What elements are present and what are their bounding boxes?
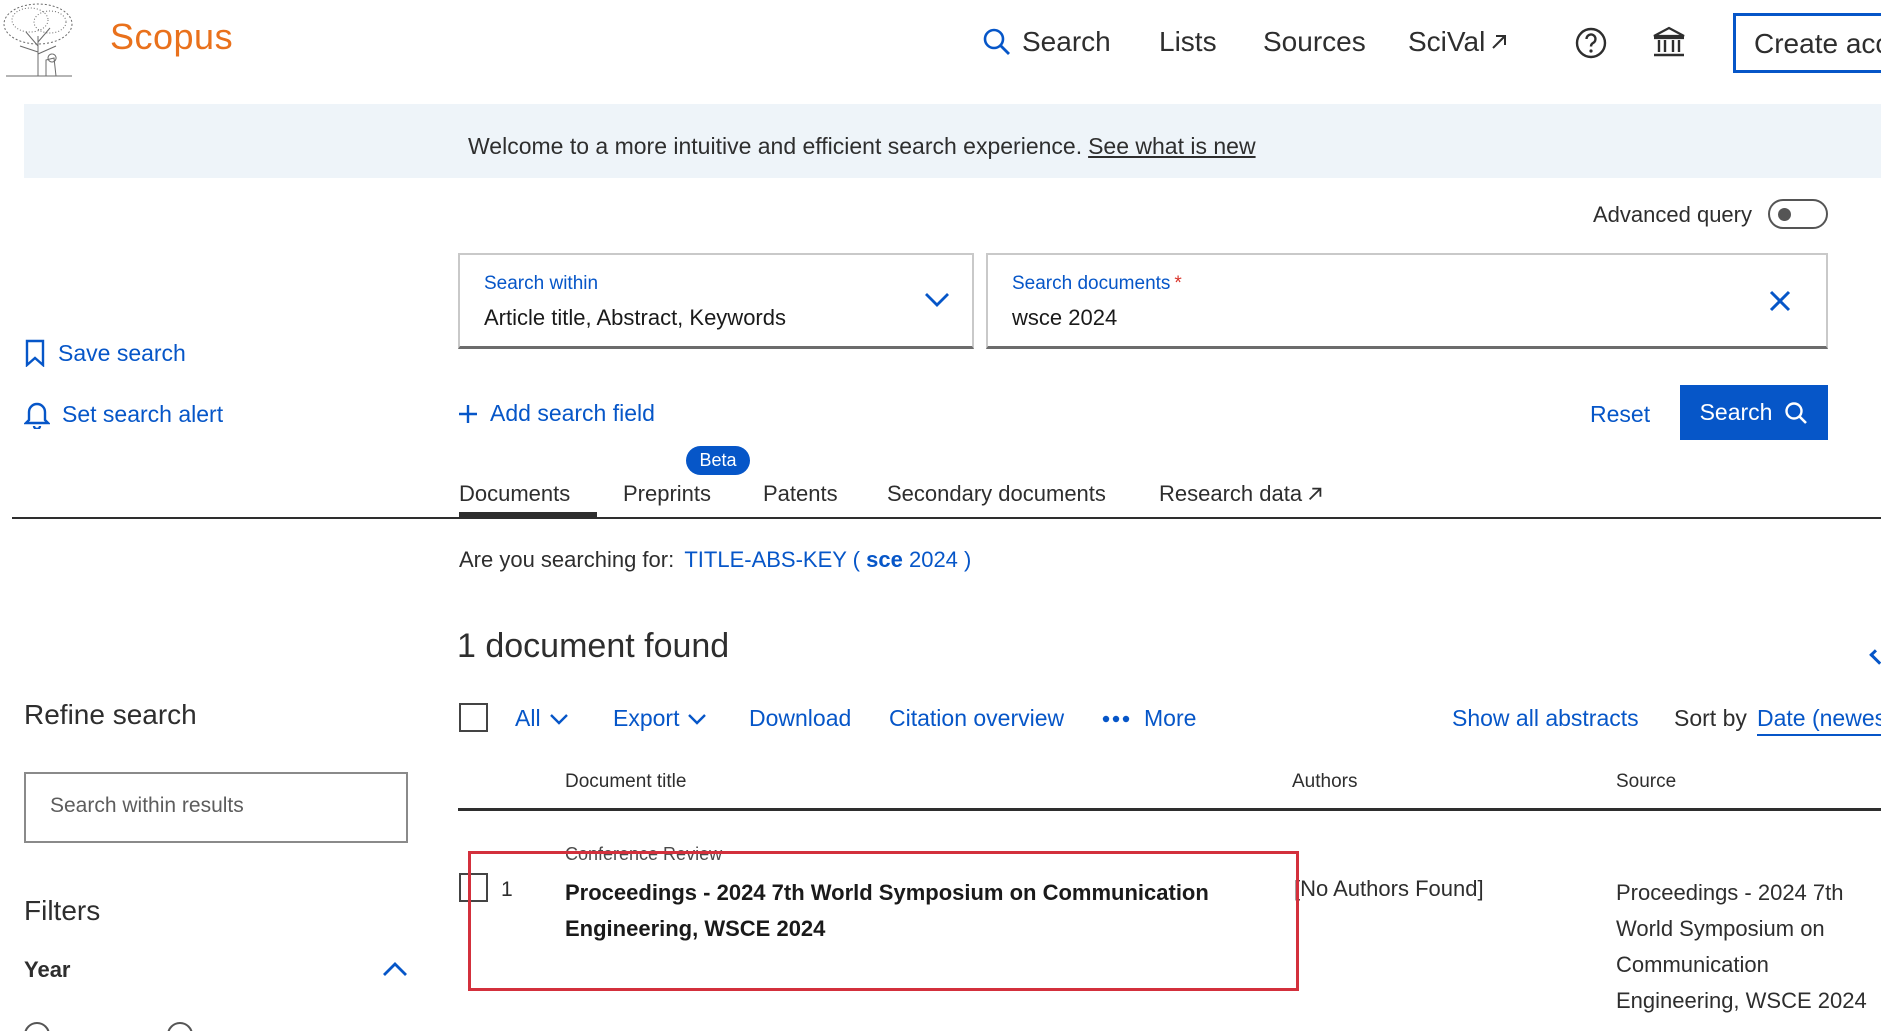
- reset-button[interactable]: Reset: [1590, 401, 1650, 428]
- suggested-query-link[interactable]: TITLE-ABS-KEY ( sce 2024 ): [684, 547, 971, 572]
- search-button[interactable]: Search: [1680, 385, 1828, 440]
- plus-icon: [459, 404, 477, 423]
- tab-research-data[interactable]: Research data: [1159, 481, 1324, 507]
- export-dropdown[interactable]: Export: [613, 705, 707, 732]
- tab-preprints[interactable]: Preprints: [623, 481, 711, 507]
- nav-search-label: Search: [1022, 26, 1111, 57]
- document-source[interactable]: Proceedings - 2024 7th World Symposium o…: [1616, 875, 1880, 1019]
- tab-research-data-label: Research data: [1159, 481, 1303, 506]
- create-account-button[interactable]: Create acc: [1733, 13, 1881, 73]
- external-link-icon: [1309, 487, 1322, 501]
- search-button-label: Search: [1699, 399, 1773, 425]
- suggested-query-start: TITLE-ABS-KEY (: [684, 547, 860, 572]
- tab-patents[interactable]: Patents: [763, 481, 838, 507]
- select-all-checkbox[interactable]: [459, 703, 488, 732]
- query-suggestion: Are you searching for: TITLE-ABS-KEY ( s…: [459, 547, 971, 573]
- search-documents-value: wsce 2024: [1012, 305, 1118, 330]
- scroll-arrow-icon[interactable]: [1869, 649, 1881, 665]
- save-search-label: Save search: [58, 339, 186, 366]
- year-radio-1[interactable]: [24, 1022, 50, 1031]
- tab-secondary-documents[interactable]: Secondary documents: [887, 481, 1106, 507]
- scopus-brand[interactable]: Scopus: [110, 16, 233, 58]
- column-header-source[interactable]: Source: [1616, 771, 1676, 793]
- search-within-select[interactable]: Search within Article title, Abstract, K…: [458, 253, 974, 349]
- search-within-results-input[interactable]: Search within results: [24, 772, 408, 843]
- search-within-value: Article title, Abstract, Keywords: [484, 305, 786, 330]
- help-icon[interactable]: [1574, 26, 1608, 60]
- more-button[interactable]: More: [1102, 705, 1196, 732]
- tabs-divider: [12, 517, 1881, 519]
- filters-heading: Filters: [24, 895, 101, 926]
- suggestion-prefix: Are you searching for:: [459, 547, 675, 572]
- banner-text: Welcome to a more intuitive and efficien…: [468, 133, 1256, 160]
- show-all-abstracts-button[interactable]: Show all abstracts: [1452, 705, 1639, 732]
- bookmark-icon: [25, 339, 45, 367]
- year-filter-heading[interactable]: Year: [24, 957, 71, 983]
- table-header-divider: [458, 808, 1881, 811]
- document-authors: [No Authors Found]: [1294, 876, 1484, 901]
- nav-scival-label: SciVal: [1408, 26, 1486, 57]
- year-radio-2[interactable]: [167, 1022, 193, 1031]
- more-dots-icon: [1102, 715, 1130, 722]
- advanced-query-label: Advanced query: [1593, 202, 1752, 227]
- column-header-title[interactable]: Document title: [565, 771, 686, 793]
- banner-message: Welcome to a more intuitive and efficien…: [468, 133, 1083, 159]
- results-count: 1 document found: [457, 627, 730, 665]
- set-search-alert-link[interactable]: Set search alert: [24, 399, 223, 429]
- nav-lists[interactable]: Lists: [1159, 26, 1217, 58]
- chevron-down-icon: [925, 293, 949, 307]
- clear-icon[interactable]: [1768, 289, 1792, 313]
- highlight-box: [468, 851, 1299, 991]
- chevron-down-icon: [549, 713, 568, 725]
- nav-scival[interactable]: SciVal: [1408, 26, 1509, 58]
- download-button[interactable]: Download: [749, 705, 851, 732]
- institution-icon[interactable]: [1651, 24, 1687, 60]
- suggested-query-end: 2024 ): [908, 547, 972, 572]
- bell-icon: [24, 402, 50, 429]
- external-link-icon: [1492, 35, 1507, 49]
- search-within-results-placeholder: Search within results: [50, 794, 244, 817]
- search-within-label: Search within: [484, 273, 599, 294]
- set-search-alert-label: Set search alert: [62, 400, 224, 427]
- chevron-up-icon[interactable]: [382, 960, 408, 978]
- column-header-authors[interactable]: Authors: [1292, 771, 1357, 793]
- toggle-knob: [1778, 208, 1791, 221]
- more-label: More: [1144, 705, 1197, 731]
- chevron-down-icon: [688, 713, 707, 725]
- search-icon: [983, 28, 1010, 55]
- export-label: Export: [613, 705, 680, 731]
- sort-by-label: Sort by: [1674, 705, 1747, 731]
- all-label: All: [515, 705, 541, 731]
- nav-search[interactable]: Search: [982, 26, 1111, 58]
- advanced-query-toggle[interactable]: [1768, 199, 1828, 229]
- search-documents-field[interactable]: Search documents * wsce 2024: [986, 253, 1828, 349]
- sort-by-select[interactable]: Date (newest): [1757, 705, 1881, 736]
- search-documents-label-text: Search documents: [1012, 273, 1171, 294]
- tab-documents[interactable]: Documents: [459, 481, 570, 507]
- suggested-query-term: sce: [866, 547, 903, 572]
- elsevier-tree-logo: [3, 3, 73, 77]
- select-all-dropdown[interactable]: All: [515, 705, 569, 732]
- nav-sources[interactable]: Sources: [1263, 26, 1366, 58]
- add-search-field-button[interactable]: Add search field: [458, 400, 655, 427]
- citation-overview-button[interactable]: Citation overview: [889, 705, 1064, 732]
- search-icon: [1785, 401, 1808, 424]
- see-what-is-new-link[interactable]: See what is new: [1088, 133, 1255, 159]
- required-marker: *: [1174, 273, 1182, 294]
- add-search-field-label: Add search field: [490, 400, 655, 426]
- save-search-link[interactable]: Save search: [24, 339, 186, 367]
- refine-search-heading: Refine search: [24, 699, 197, 730]
- search-documents-label: Search documents *: [1012, 273, 1182, 295]
- beta-badge: Beta: [686, 446, 750, 475]
